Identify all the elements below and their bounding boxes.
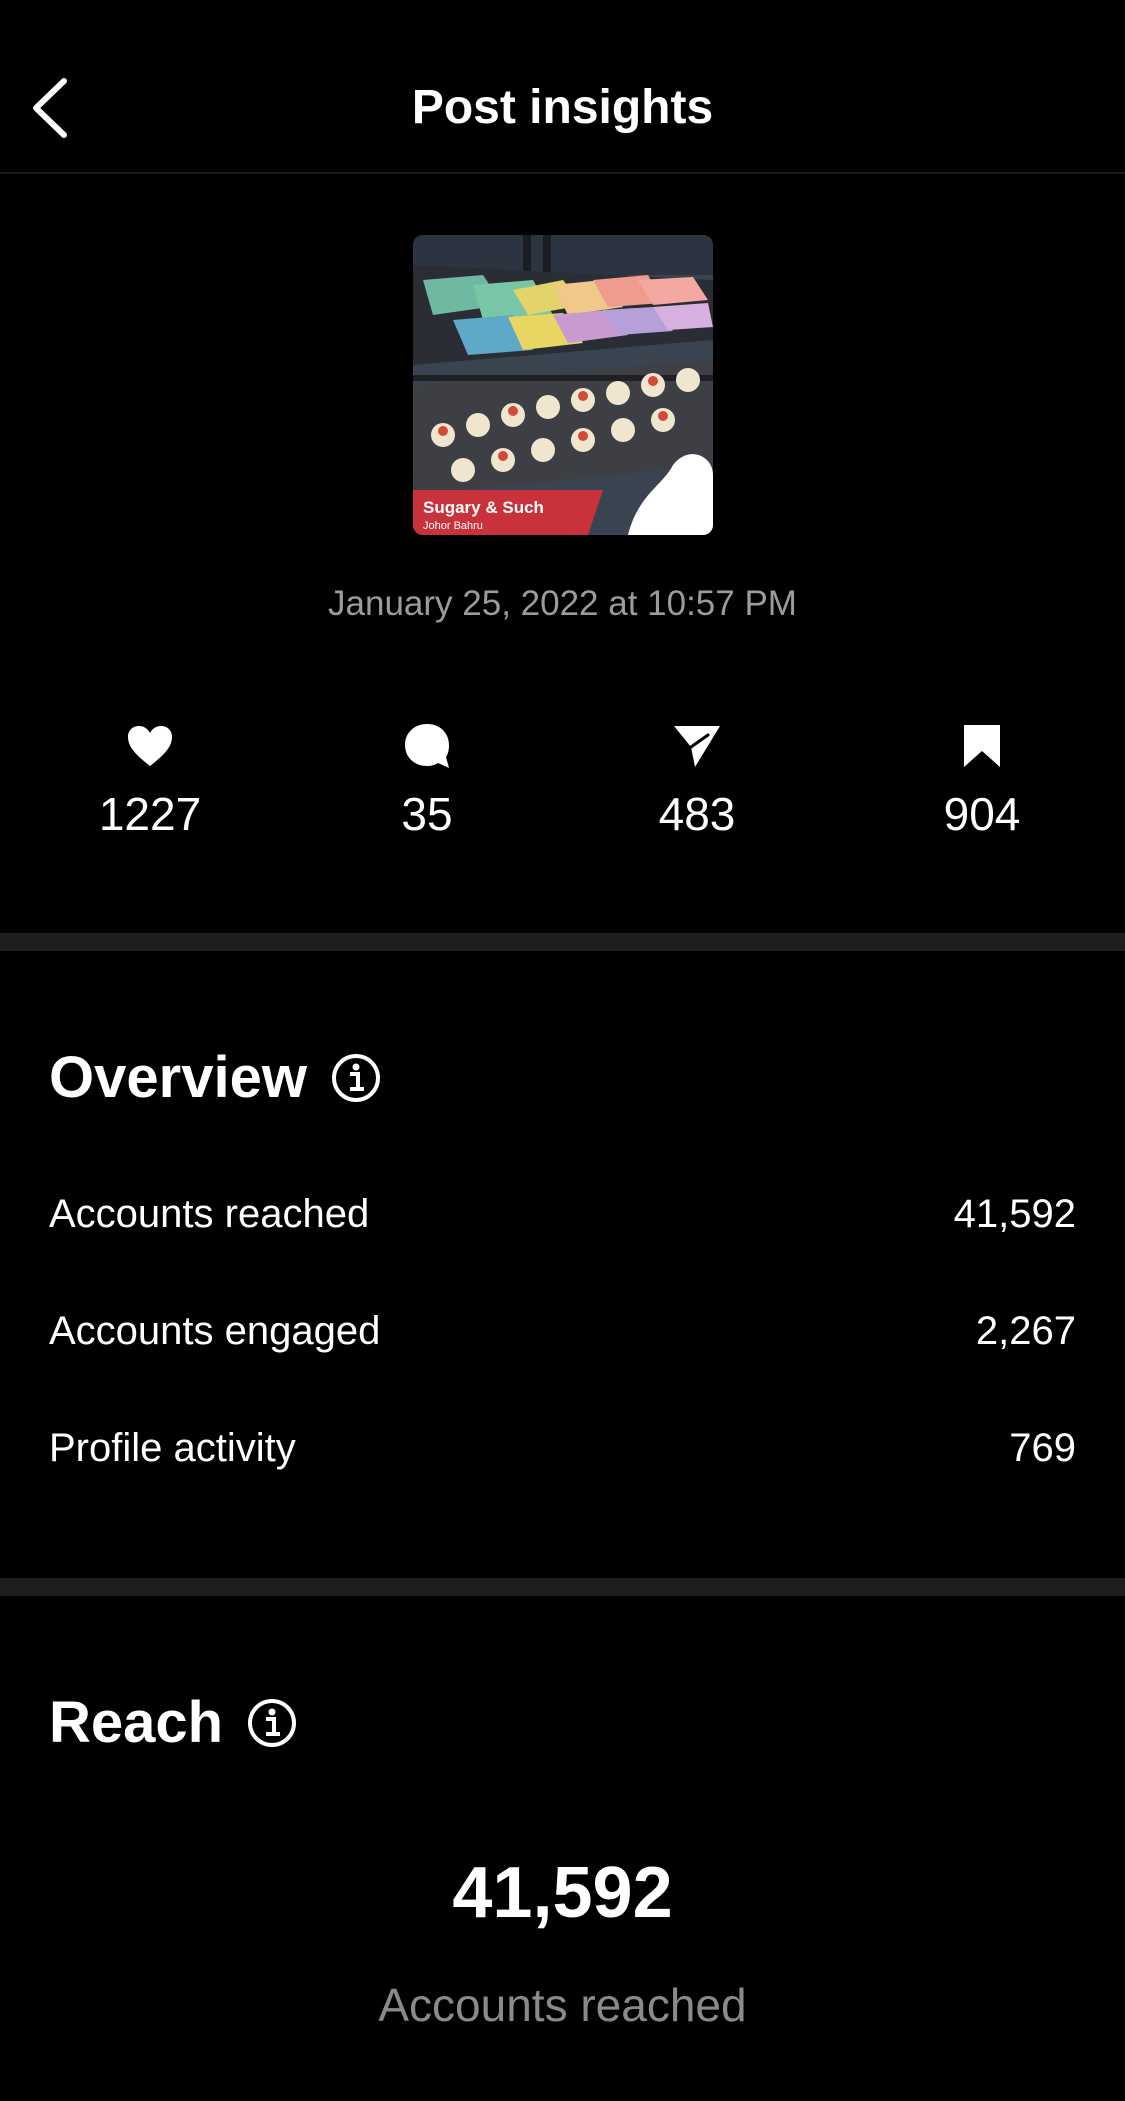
likes-stat: 1227	[60, 722, 240, 844]
info-icon[interactable]	[247, 1698, 297, 1748]
row-value: 2,267	[975, 1308, 1076, 1353]
row-label: Accounts engaged	[49, 1308, 381, 1353]
heart-icon	[128, 726, 172, 766]
comment-icon	[405, 724, 449, 768]
section-divider	[0, 1578, 1125, 1596]
top-bar: Post insights	[0, 0, 1125, 174]
thumbnail-subcaption: Johor Bahru	[423, 520, 483, 532]
post-thumbnail[interactable]: Sugary & Such Johor Bahru	[413, 235, 713, 535]
saves-count: 904	[943, 788, 1021, 840]
bookmark-icon	[964, 725, 1000, 767]
thumbnail-caption: Sugary & Such	[423, 498, 544, 517]
overview-title: Overview	[49, 1045, 307, 1110]
page-title: Post insights	[411, 81, 714, 134]
shares-stat: 483	[607, 722, 787, 844]
overview-row-profile-activity[interactable]: Profile activity 769	[49, 1418, 1076, 1478]
overview-row-accounts-reached[interactable]: Accounts reached 41,592	[49, 1184, 1076, 1244]
shares-count: 483	[658, 788, 736, 840]
row-value: 769	[1009, 1425, 1076, 1470]
comments-stat: 35	[337, 722, 517, 844]
post-date: January 25, 2022 at 10:57 PM	[328, 584, 797, 623]
send-icon	[674, 726, 720, 767]
post-thumbnail-image: Sugary & Such Johor Bahru	[413, 235, 713, 535]
reach-label: Accounts reached	[378, 1979, 747, 2031]
reach-value: 41,592	[452, 1853, 673, 1933]
reach-title: Reach	[49, 1690, 224, 1755]
reach-heading: Reach	[49, 1688, 297, 1758]
section-divider	[0, 933, 1125, 951]
likes-count: 1227	[98, 788, 202, 840]
overview-row-accounts-engaged[interactable]: Accounts engaged 2,267	[49, 1301, 1076, 1361]
info-icon[interactable]	[331, 1053, 381, 1103]
row-value: 41,592	[953, 1191, 1076, 1236]
row-label: Profile activity	[49, 1425, 296, 1470]
saves-stat: 904	[892, 722, 1072, 844]
row-label: Accounts reached	[49, 1191, 370, 1236]
comments-count: 35	[401, 788, 453, 840]
overview-heading: Overview	[49, 1043, 381, 1113]
